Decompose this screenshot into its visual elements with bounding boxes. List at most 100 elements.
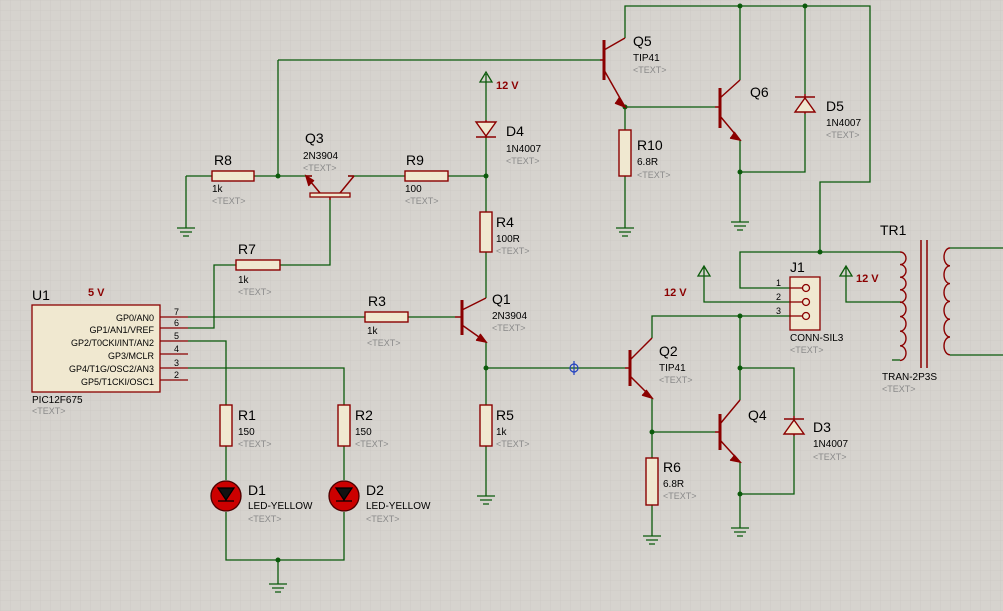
q2-ref: Q2 [659,343,678,359]
r2-text: <TEXT> [355,439,389,449]
u1-pin-number: 7 [174,307,179,317]
supply-label-12v-right: 12 V [856,273,879,285]
r8-ref: R8 [214,152,232,168]
r2-ref: R2 [355,407,373,423]
u1-ref: U1 [32,287,50,303]
r4-ref: R4 [496,214,514,230]
d4-ref: D4 [506,123,524,139]
j1-value: CONN-SIL3 [790,333,844,344]
resistor-r7[interactable] [235,259,281,271]
u1-text: <TEXT> [32,406,66,416]
r6-value: 6.8R [663,479,684,490]
q5-value: TIP41 [633,53,660,64]
u1-pin-label: GP0/AN0 [116,313,154,323]
q1-ref: Q1 [492,291,511,307]
d5-value: 1N4007 [826,118,861,129]
q5-ref: Q5 [633,33,652,49]
led-d1[interactable] [210,480,242,512]
d2-value: LED-YELLOW [366,501,431,512]
r7-value: 1k [238,275,250,286]
j1-text: <TEXT> [790,345,824,355]
q3-ref: Q3 [305,130,324,146]
tr1-value: TRAN-2P3S [882,372,937,383]
d3-value: 1N4007 [813,439,848,450]
r7-ref: R7 [238,241,256,257]
d3-text: <TEXT> [813,452,847,462]
resistor-r3[interactable] [364,311,409,323]
q3-value: 2N3904 [303,151,338,162]
resistor-r9[interactable] [404,170,449,182]
resistor-r1[interactable] [219,404,233,447]
u1-pin-number: 6 [174,318,179,328]
r7-text: <TEXT> [238,287,272,297]
tr1-ref: TR1 [880,222,907,238]
d1-value: LED-YELLOW [248,501,313,512]
r9-value: 100 [405,184,422,195]
q6-ref: Q6 [750,84,769,100]
r10-ref: R10 [637,137,663,153]
resistor-r4[interactable] [479,211,493,253]
r8-value: 1k [212,184,224,195]
supply-label-12v-mid: 12 V [664,287,687,299]
j1-ref: J1 [790,259,805,275]
resistor-r8[interactable] [211,170,255,182]
q4-ref: Q4 [748,407,767,423]
j1-pin-number: 1 [776,278,781,288]
r10-value: 6.8R [637,157,658,168]
r9-ref: R9 [406,152,424,168]
d2-text: <TEXT> [366,514,400,524]
r10-text: <TEXT> [637,170,671,180]
r8-text: <TEXT> [212,196,246,206]
resistor-r6[interactable] [645,457,659,506]
u1-pin-number: 2 [174,370,179,380]
d2-ref: D2 [366,482,384,498]
schematic-canvas[interactable]: 12 V 12 V 12 V U1 5 V GP0/AN0 GP1/AN1/VR… [0,0,1003,611]
led-d2[interactable] [328,480,360,512]
u1-pin-label: GP2/T0CKI/INT/AN2 [71,338,154,348]
q2-value: TIP41 [659,363,686,374]
r2-value: 150 [355,427,372,438]
d5-text: <TEXT> [826,130,860,140]
r5-ref: R5 [496,407,514,423]
q2-text: <TEXT> [659,375,693,385]
d4-value: 1N4007 [506,144,541,155]
q5-text: <TEXT> [633,65,667,75]
resistor-r2[interactable] [337,404,351,447]
u1-pin-label: GP1/AN1/VREF [89,325,154,335]
u1-pin-number: 4 [174,344,179,354]
u1-pin-label: GP3/MCLR [108,351,155,361]
r4-text: <TEXT> [496,246,530,256]
supply-label-12v-top: 12 V [496,80,519,92]
resistor-r5[interactable] [479,404,493,447]
u1-pin-number: 3 [174,358,179,368]
r3-ref: R3 [368,293,386,309]
resistor-r10[interactable] [618,129,632,177]
u1-value: PIC12F675 [32,395,83,406]
u1-pin-label: GP4/T1G/OSC2/AN3 [69,364,154,374]
connector-j1[interactable] [789,276,821,331]
u1-pin-number: 5 [174,331,179,341]
d1-ref: D1 [248,482,266,498]
u1-pin-label: GP5/T1CKI/OSC1 [81,377,154,387]
r1-ref: R1 [238,407,256,423]
r5-text: <TEXT> [496,439,530,449]
d1-text: <TEXT> [248,514,282,524]
d4-text: <TEXT> [506,156,540,166]
d5-ref: D5 [826,98,844,114]
r1-value: 150 [238,427,255,438]
r9-text: <TEXT> [405,196,439,206]
r6-text: <TEXT> [663,491,697,501]
r1-text: <TEXT> [238,439,272,449]
d3-ref: D3 [813,419,831,435]
q1-text: <TEXT> [492,323,526,333]
q3-text: <TEXT> [303,163,337,173]
r3-text: <TEXT> [367,338,401,348]
r3-value: 1k [367,326,379,337]
u1-supply-label: 5 V [88,287,105,299]
tr1-text: <TEXT> [882,384,916,394]
r6-ref: R6 [663,459,681,475]
q1-value: 2N3904 [492,311,527,322]
r5-value: 1k [496,427,508,438]
j1-pin-number: 3 [776,306,781,316]
r4-value: 100R [496,234,520,245]
